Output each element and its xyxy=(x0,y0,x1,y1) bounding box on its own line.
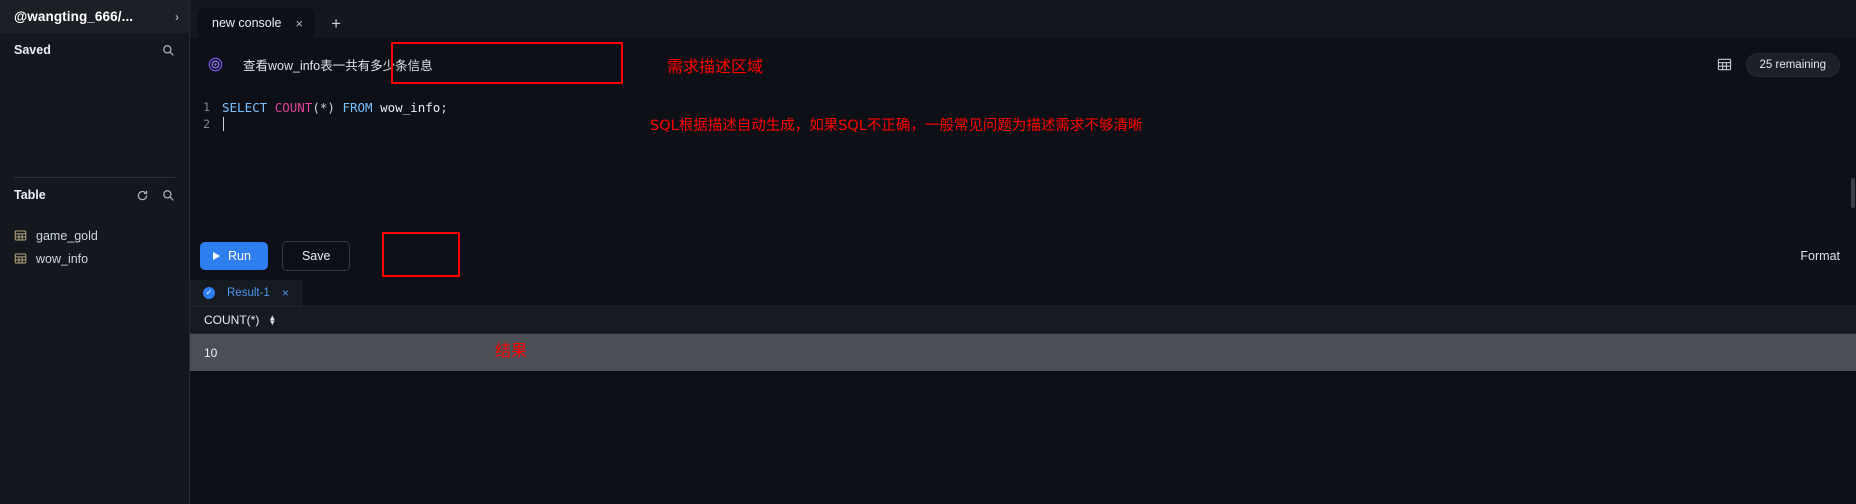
result-column-header[interactable]: COUNT(*) ▲ ▼ xyxy=(190,307,1856,334)
workspace-name: @wangting_666/... xyxy=(14,9,134,24)
table-list: game_gold wow_info xyxy=(0,212,189,270)
table-section-title: Table xyxy=(14,188,46,202)
table-icon xyxy=(14,229,27,242)
text-caret xyxy=(223,117,224,131)
code-line: 1 SELECT COUNT(*) FROM wow_info; xyxy=(190,99,1856,116)
grid-icon[interactable] xyxy=(1717,57,1732,72)
sql-editor[interactable]: 1 SELECT COUNT(*) FROM wow_info; 2 xyxy=(190,90,1856,232)
saved-section-header: Saved xyxy=(0,33,189,67)
app-root: @wangting_666/... › Saved Table game_gol… xyxy=(0,0,1856,504)
table-list-item-label: game_gold xyxy=(36,228,98,243)
remaining-badge: 25 remaining xyxy=(1745,52,1840,77)
prompt-input[interactable]: 查看wow_info表一共有多少条信息 xyxy=(196,46,433,83)
table-row[interactable]: 10 xyxy=(190,334,1856,371)
code-content: SELECT COUNT(*) FROM wow_info; xyxy=(222,100,448,115)
main-panel: new console × + 查看wow_info表一共有多少条信息 25 r… xyxy=(190,0,1856,504)
workspace-header[interactable]: @wangting_666/... › xyxy=(0,0,189,33)
tab-label: new console xyxy=(212,16,282,30)
close-icon[interactable]: × xyxy=(282,287,289,299)
save-button[interactable]: Save xyxy=(281,241,351,271)
line-number: 2 xyxy=(203,117,210,131)
search-icon[interactable] xyxy=(162,189,175,202)
console-tabbar: new console × + xyxy=(190,0,1856,39)
chevron-right-icon[interactable]: › xyxy=(175,11,179,23)
table-icon xyxy=(14,252,27,265)
result-column-label: COUNT(*) xyxy=(204,313,260,327)
play-icon xyxy=(213,252,220,260)
add-tab-icon[interactable]: + xyxy=(325,15,347,32)
editor-scrollbar[interactable] xyxy=(1851,178,1855,208)
saved-section-title: Saved xyxy=(14,43,51,57)
table-list-item-label: wow_info xyxy=(36,251,89,266)
prompt-row: 查看wow_info表一共有多少条信息 25 remaining xyxy=(190,39,1856,90)
code-line: 2 xyxy=(190,116,1856,133)
sidebar: @wangting_666/... › Saved Table game_gol… xyxy=(0,0,190,504)
saved-list xyxy=(0,67,189,177)
run-button-label: Run xyxy=(228,249,251,263)
spiral-icon xyxy=(208,57,223,72)
line-number: 1 xyxy=(203,100,210,114)
result-tab-label: Result-1 xyxy=(227,287,270,299)
result-cell-value: 10 xyxy=(204,345,218,360)
sort-icon[interactable]: ▲ ▼ xyxy=(268,314,276,327)
prompt-text: 查看wow_info表一共有多少条信息 xyxy=(243,59,433,73)
result-tabbar: ✓ Result-1 × xyxy=(190,280,1856,307)
tab-new-console[interactable]: new console × xyxy=(198,8,316,38)
table-section-header: Table xyxy=(0,178,189,212)
table-list-item-wow-info[interactable]: wow_info xyxy=(0,247,189,270)
search-icon[interactable] xyxy=(162,44,175,57)
table-list-item-game-gold[interactable]: game_gold xyxy=(0,224,189,247)
result-tab-1[interactable]: ✓ Result-1 × xyxy=(190,280,302,306)
result-empty-area xyxy=(190,371,1856,504)
format-button[interactable]: Format xyxy=(1800,249,1840,263)
prompt-right-tools: 25 remaining xyxy=(1717,52,1840,77)
editor-action-bar: Run Save Format xyxy=(190,232,1856,280)
refresh-icon[interactable] xyxy=(136,189,149,202)
check-circle-icon: ✓ xyxy=(203,287,215,299)
close-icon[interactable]: × xyxy=(296,17,304,30)
run-button[interactable]: Run xyxy=(200,242,268,270)
